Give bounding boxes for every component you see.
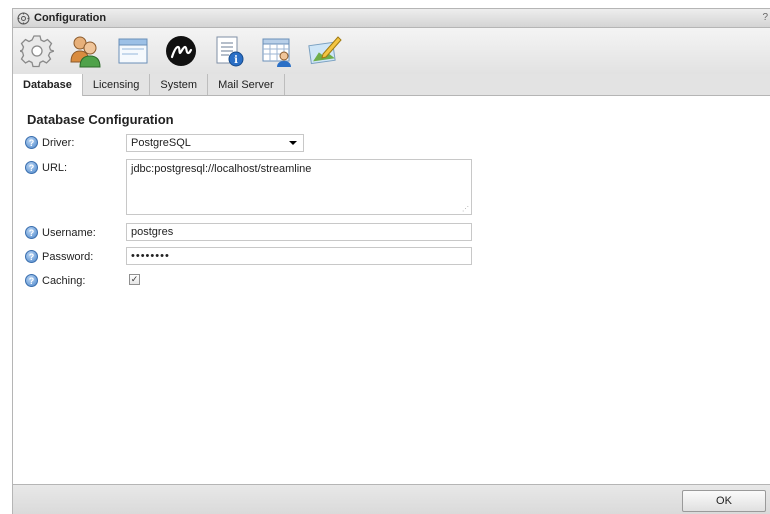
window-icon — [118, 38, 148, 64]
chevron-down-icon — [289, 141, 297, 145]
username-label: Username: — [42, 226, 96, 239]
driver-label: Driver: — [42, 136, 75, 149]
window-tool-button[interactable] — [115, 33, 151, 69]
url-value: jdbc:postgresql://localhost/streamline — [131, 163, 312, 175]
password-label: Password: — [42, 250, 94, 263]
caching-row: ? Caching: — [25, 274, 85, 287]
caching-label: Caching: — [42, 274, 86, 287]
driver-select[interactable]: PostgreSQL — [126, 134, 304, 152]
image-pencil-icon — [308, 36, 342, 65]
url-row: ? URL: — [25, 161, 67, 174]
tab-mail-server[interactable]: Mail Server — [208, 74, 285, 95]
calendar-user-icon — [262, 38, 291, 67]
resize-grip-icon[interactable]: ⋰ — [462, 205, 469, 213]
gear-icon — [20, 35, 54, 68]
tab-database[interactable]: Database — [13, 74, 83, 96]
window-help-button[interactable]: ? — [762, 12, 768, 23]
url-help-icon[interactable]: ? — [25, 161, 38, 174]
password-input[interactable]: •••••••• — [126, 247, 472, 265]
driver-value: PostgreSQL — [131, 137, 191, 149]
tab-bar: Database Licensing System Mail Server — [12, 74, 770, 96]
username-row: ? Username: — [25, 226, 96, 239]
configuration-window: Configuration ? i Database Licensing Sys… — [0, 0, 770, 514]
section-title: Database Configuration — [27, 112, 174, 127]
svg-text:i: i — [234, 55, 238, 66]
username-help-icon[interactable]: ? — [25, 226, 38, 239]
tab-licensing[interactable]: Licensing — [83, 74, 151, 95]
password-row: ? Password: — [25, 250, 93, 263]
users-icon — [70, 36, 101, 68]
notes-tool-button[interactable]: i — [211, 33, 247, 69]
checkmark-icon: ✓ — [130, 274, 139, 284]
password-help-icon[interactable]: ? — [25, 250, 38, 263]
database-panel: Database Configuration ? Driver: Postgre… — [12, 96, 770, 484]
driver-help-icon[interactable]: ? — [25, 136, 38, 149]
users-tool-button[interactable] — [67, 33, 103, 69]
title-bar: Configuration ? — [12, 8, 770, 28]
footer-bar: OK — [12, 484, 770, 514]
schedule-tool-button[interactable] — [259, 33, 295, 69]
brand-tool-button[interactable] — [163, 33, 199, 69]
toolbar: i — [12, 28, 770, 74]
caching-checkbox[interactable]: ✓ — [129, 274, 140, 285]
window-title: Configuration — [34, 12, 107, 24]
ok-button[interactable]: OK — [682, 490, 766, 512]
brand-m-icon — [166, 36, 196, 66]
notepad-info-icon: i — [216, 36, 244, 67]
tab-system[interactable]: System — [150, 74, 209, 95]
password-value: •••••••• — [131, 250, 170, 262]
gear-icon — [17, 12, 30, 25]
caching-help-icon[interactable]: ? — [25, 274, 38, 287]
username-input[interactable]: postgres — [126, 223, 472, 241]
username-value: postgres — [131, 226, 174, 238]
url-label: URL: — [42, 161, 68, 174]
url-textarea[interactable]: jdbc:postgresql://localhost/streamline ⋰ — [126, 159, 472, 215]
driver-row: ? Driver: — [25, 136, 74, 149]
settings-tool-button[interactable] — [19, 33, 55, 69]
image-tool-button[interactable] — [307, 33, 343, 69]
